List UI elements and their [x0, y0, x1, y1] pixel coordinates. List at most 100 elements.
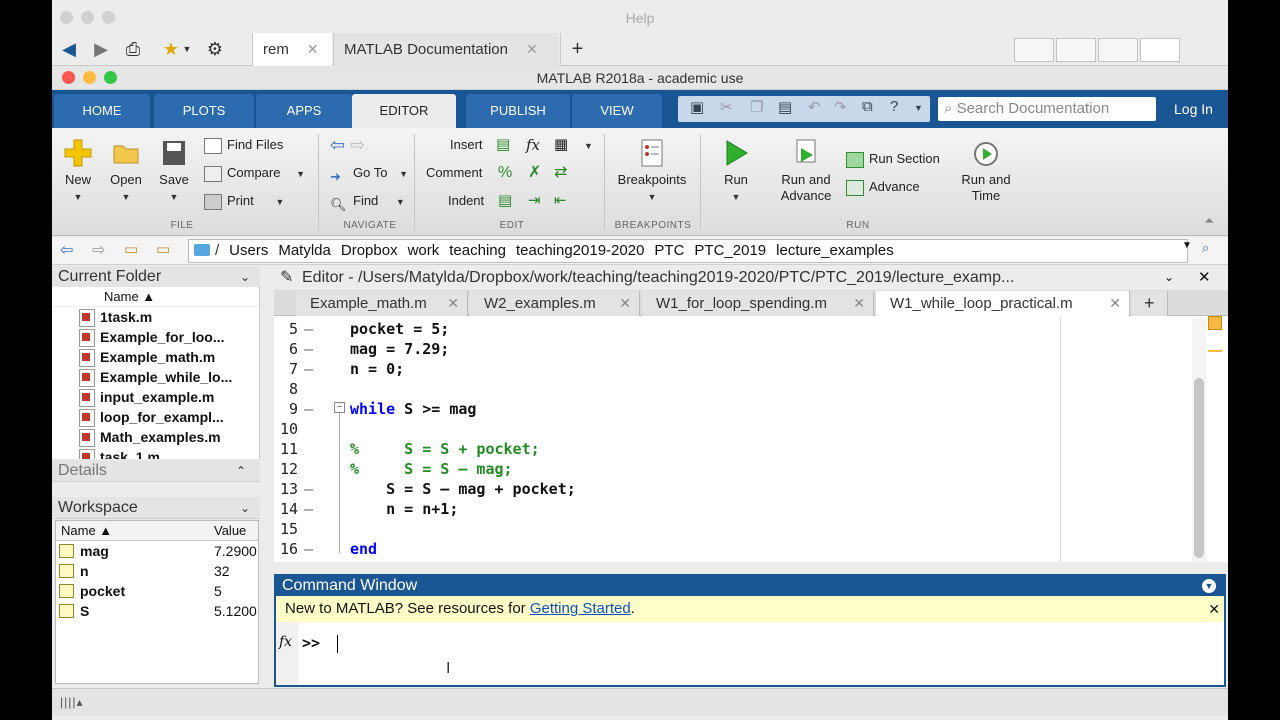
wrap-comments-icon[interactable]: ⇄ [554, 162, 567, 184]
forward-navigate-icon[interactable]: ⇨ [350, 135, 365, 155]
breakpoints-button[interactable]: Breakpoints ▼ [612, 138, 692, 205]
file-list-item[interactable]: Math_examples.m [52, 427, 259, 447]
code-line[interactable]: 9– while S >= mag [274, 399, 1228, 419]
new-button[interactable]: New ▼ [58, 138, 98, 205]
close-tab-icon[interactable]: ✕ [526, 41, 538, 57]
code-line[interactable]: 5– pocket = 5; [274, 319, 1228, 339]
command-prompt[interactable]: >> [302, 634, 339, 653]
editor-tab-w2-examples[interactable]: W2_examples.m ✕ [470, 291, 640, 316]
gear-icon[interactable]: ⚙ [204, 38, 226, 60]
workspace-variable-row[interactable]: n 32 [56, 561, 258, 581]
line-number[interactable]: 8 [274, 379, 298, 399]
code-line[interactable]: 15 [274, 519, 1228, 539]
close-tab-icon[interactable]: ✕ [1109, 291, 1121, 316]
back-arrow-icon[interactable]: ◀ [58, 38, 80, 60]
panel-menu-icon[interactable]: ⌄ [1164, 270, 1174, 284]
tab-editor[interactable]: EDITOR [352, 94, 456, 128]
breakpoint-marker[interactable]: – [304, 359, 313, 379]
indent-button[interactable]: Indent [448, 190, 484, 212]
line-number[interactable]: 7 [274, 359, 298, 379]
insert-button[interactable]: Insert [450, 134, 483, 156]
search-icon[interactable]: ⌕ [1202, 240, 1209, 256]
decrease-indent-icon[interactable]: ⇤ [554, 190, 567, 212]
help-tab-rem[interactable]: rem ✕ [252, 33, 332, 66]
redo-icon[interactable]: ↷ [834, 98, 847, 116]
tab-view[interactable]: VIEW [572, 94, 662, 128]
code-line[interactable]: 7– n = 0; [274, 359, 1228, 379]
file-list-item[interactable]: Example_while_lo... [52, 367, 259, 387]
insert-section-icon[interactable]: ▤ [496, 134, 510, 156]
close-tab-icon[interactable]: ✕ [447, 291, 459, 316]
editor-tab-w1-while-loop[interactable]: W1_while_loop_practical.m ✕ [876, 291, 1130, 316]
value-column-header[interactable]: Value [214, 521, 246, 541]
breakpoint-marker[interactable]: – [304, 539, 313, 559]
browse-folder-icon[interactable]: ▭ [156, 240, 170, 258]
new-tab-button[interactable]: + [560, 33, 594, 66]
run-and-advance-button[interactable]: Run and Advance [774, 138, 838, 204]
back-navigate-icon[interactable]: ⇦ ⇨ [330, 134, 365, 156]
cut-icon[interactable]: ✂ [720, 98, 733, 116]
name-column-header[interactable]: Name ▲ [61, 521, 112, 541]
breakpoint-marker[interactable]: – [304, 479, 313, 499]
path-segment[interactable]: teaching2019-2020 [516, 242, 644, 259]
line-number[interactable]: 13 [274, 479, 298, 499]
layout-rows-button[interactable] [1098, 38, 1138, 62]
panel-menu-icon[interactable]: ⌄ [240, 266, 250, 288]
code-editor[interactable]: − 5– pocket = 5; 6– mag = 7.29; 7– n = 0; 8 9– w… [274, 316, 1228, 562]
tab-home[interactable]: HOME [54, 94, 150, 128]
tab-plots[interactable]: PLOTS [154, 94, 254, 128]
line-number[interactable]: 16 [274, 539, 298, 559]
function-browser-icon[interactable]: fx [279, 634, 292, 650]
workspace-variable-row[interactable]: pocket 5 [56, 581, 258, 601]
close-notice-icon[interactable]: ✕ [1208, 596, 1220, 622]
breakpoint-marker[interactable]: – [304, 339, 313, 359]
code-line[interactable]: 6– mag = 7.29; [274, 339, 1228, 359]
code-line[interactable]: 10 [274, 419, 1228, 439]
find-files-button[interactable]: Find Files [204, 134, 283, 156]
file-list-item[interactable]: Example_math.m [52, 347, 259, 367]
uncomment-icon[interactable]: ✗ [528, 162, 541, 184]
editor-scrollbar[interactable] [1192, 318, 1206, 562]
increase-indent-icon[interactable]: ⇥ [528, 190, 541, 212]
name-column-header[interactable]: Name ▲ [52, 287, 259, 307]
print-button[interactable]: Print ▼ [204, 190, 284, 212]
line-number[interactable]: 12 [274, 459, 298, 479]
run-and-time-button[interactable]: Run and Time [952, 138, 1020, 204]
new-editor-tab-button[interactable]: + [1132, 291, 1168, 316]
help-tab-matlab-documentation[interactable]: MATLAB Documentation ✕ [333, 33, 559, 66]
path-segment[interactable]: PTC [654, 242, 684, 259]
line-number[interactable]: 6 [274, 339, 298, 359]
line-number[interactable]: 10 [274, 419, 298, 439]
path-segment[interactable]: Dropbox [341, 242, 398, 259]
panel-menu-icon[interactable]: ⌄ [240, 497, 250, 519]
path-segment[interactable]: Matylda [278, 242, 331, 259]
layout-grid-button[interactable] [1014, 38, 1054, 62]
path-segment[interactable]: work [408, 242, 440, 259]
layout-columns-button[interactable] [1056, 38, 1096, 62]
smart-indent-icon[interactable]: ▤ [498, 190, 512, 212]
line-number[interactable]: 5 [274, 319, 298, 339]
current-path-field[interactable]: / Users Matylda Dropbox work teaching teaching… [188, 239, 1188, 263]
close-tab-icon[interactable]: ✕ [619, 291, 631, 316]
details-panel-title[interactable]: Details ⌃ [52, 460, 260, 482]
code-line[interactable]: 16– end [274, 539, 1228, 559]
path-segment[interactable]: lecture_examples [776, 242, 894, 259]
minimize-window-button[interactable] [83, 71, 96, 84]
help-icon[interactable]: ? [890, 98, 898, 115]
paste-icon[interactable]: ▤ [778, 98, 792, 116]
close-tab-icon[interactable]: ✕ [307, 41, 319, 57]
function-browser-icon[interactable]: ▦ [554, 134, 568, 156]
open-button[interactable]: Open ▼ [106, 138, 146, 205]
code-line[interactable]: 12 % S = S – mag; [274, 459, 1228, 479]
print-icon[interactable]: ⎙ [122, 38, 144, 60]
layout-single-button[interactable] [1140, 38, 1180, 62]
breakpoint-marker[interactable]: – [304, 499, 313, 519]
breakpoint-marker[interactable]: – [304, 399, 313, 419]
path-segment[interactable]: teaching [449, 242, 506, 259]
tab-publish[interactable]: PUBLISH [466, 94, 570, 128]
save-icon[interactable]: ▣ [690, 98, 704, 116]
collapse-ribbon-icon[interactable]: ⏶ [1204, 210, 1214, 232]
file-list-item[interactable]: 1task.m [52, 307, 259, 327]
path-segment[interactable]: Users [229, 242, 268, 259]
editor-tab-example-math[interactable]: Example_math.m ✕ [296, 291, 468, 316]
